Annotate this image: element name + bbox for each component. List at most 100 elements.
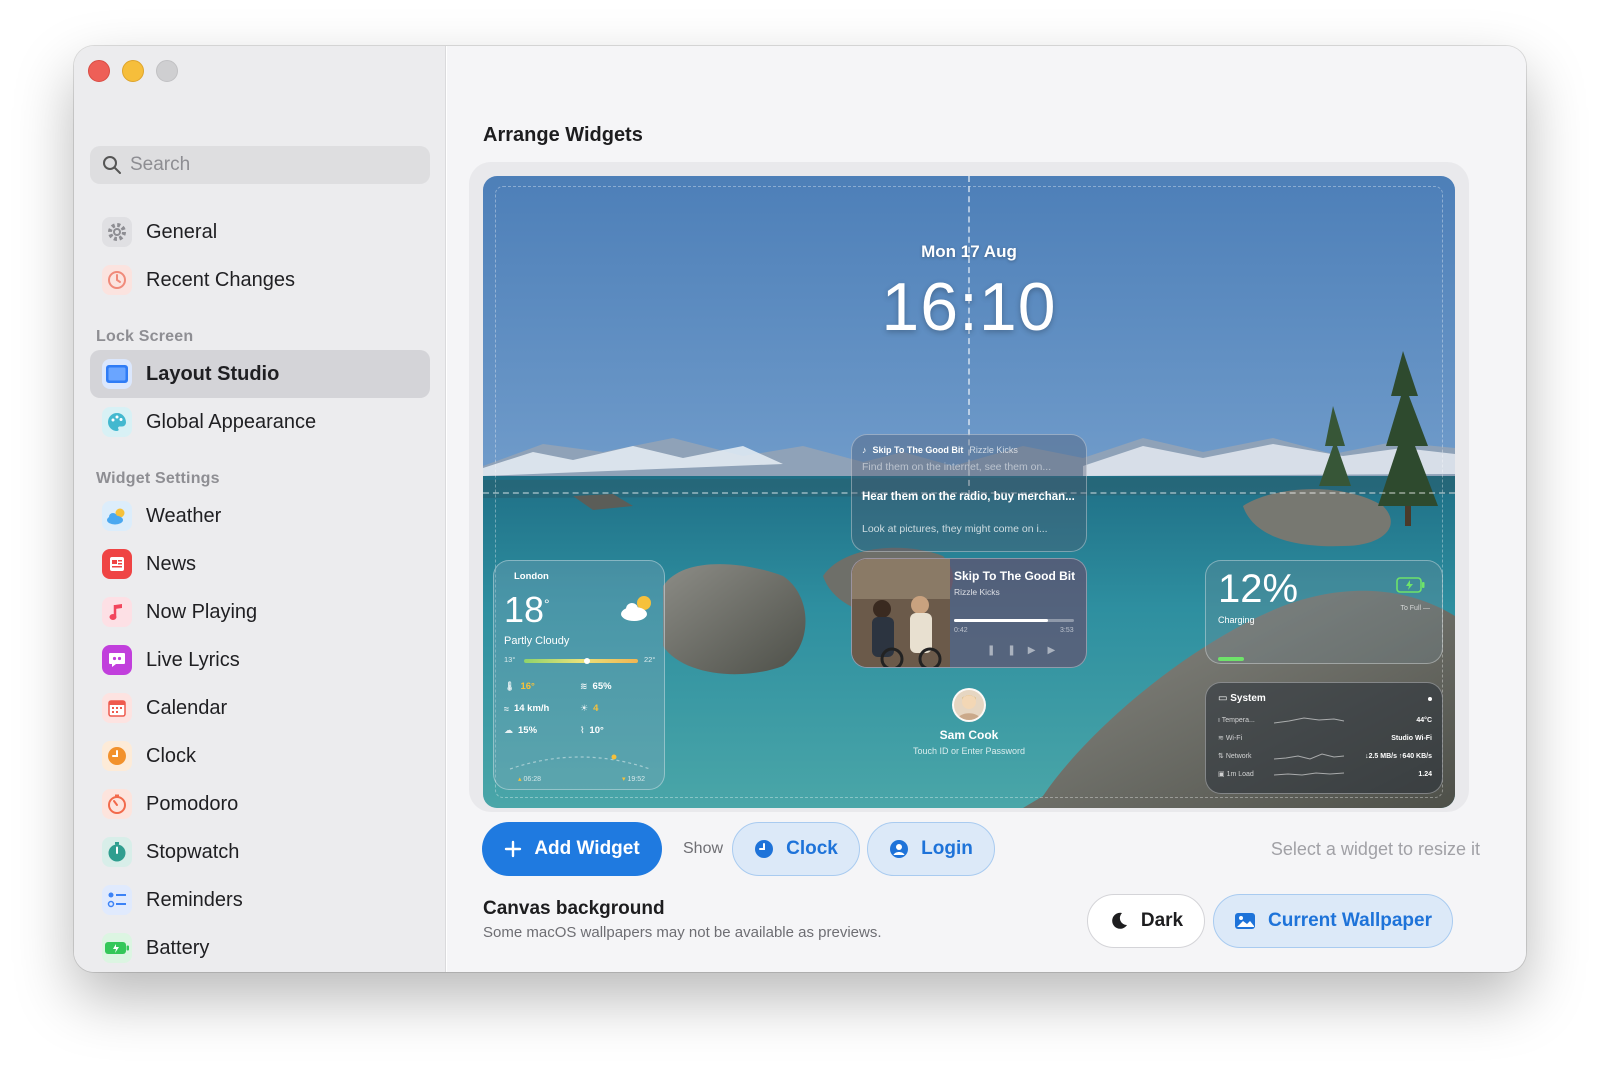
degree-sign: ° xyxy=(544,596,550,612)
sidebar-item-label: Stopwatch xyxy=(146,840,240,863)
current-temp-marker xyxy=(584,658,590,664)
playback-progress-fill xyxy=(954,619,1048,622)
clock-icon xyxy=(754,839,774,859)
section-header-widget-settings: Widget Settings xyxy=(96,470,220,487)
minimize-window-button[interactable] xyxy=(122,60,144,82)
sidebar-item-reminders[interactable]: Reminders xyxy=(90,876,430,924)
dew-value: 10° xyxy=(589,725,604,736)
lyrics-widget[interactable]: ♪ Skip To The Good Bit Rizzle Kicks Find… xyxy=(851,434,1087,552)
show-clock-toggle[interactable]: Clock xyxy=(732,822,860,876)
sidebar-item-general[interactable]: General xyxy=(90,208,430,256)
sidebar-item-news[interactable]: News xyxy=(90,540,430,588)
uv-stat: ☀ 4 xyxy=(580,703,598,714)
duration-time: 3:53 xyxy=(1060,627,1074,634)
show-label: Show xyxy=(683,840,724,857)
system-row-wifi: ≋ Wi-Fi Studio Wi-Fi xyxy=(1218,731,1432,745)
lyrics-artist: Rizzle Kicks xyxy=(969,445,1018,455)
system-widget[interactable]: ▭ System ı Tempera... 44°C ≋ Wi-Fi Studi… xyxy=(1205,682,1443,794)
layout-icon xyxy=(102,359,132,389)
sidebar-item-global-appearance[interactable]: Global Appearance xyxy=(90,398,430,446)
battery-widget[interactable]: 12% Charging To Full — xyxy=(1205,560,1443,664)
sparkline xyxy=(1274,753,1344,760)
row-key: 1m Load xyxy=(1226,771,1254,778)
charging-battery-icon xyxy=(1396,577,1425,593)
elapsed-time: 0:42 xyxy=(954,627,968,634)
row-value: 1.24 xyxy=(1418,770,1432,778)
sidebar-item-label: Weather xyxy=(146,504,222,527)
sidebar-item-clock[interactable]: Clock xyxy=(90,732,430,780)
sidebar-item-now-playing[interactable]: Now Playing xyxy=(90,588,430,636)
sunset-time: ▾ 19:52 xyxy=(622,775,645,783)
pause-icon[interactable]: ❚❚ xyxy=(987,645,1028,656)
sidebar-item-live-lyrics[interactable]: Live Lyrics xyxy=(90,636,430,684)
main-pane: Arrange Widgets Mon 17 Aug 16:10 ♪ Skip … xyxy=(447,46,1526,972)
sidebar-item-label: General xyxy=(146,220,218,243)
sidebar-item-label: Recent Changes xyxy=(146,268,295,291)
weather-icon xyxy=(102,501,132,531)
partly-cloudy-icon xyxy=(621,596,651,621)
weather-low: 13° xyxy=(504,655,516,664)
lyrics-line-prev: Find them on the internet, see them on..… xyxy=(862,461,1052,473)
system-row-network: ⇅ Network ↓2.5 MB/s ↑640 KB/s xyxy=(1218,749,1432,763)
weather-temp: 18° xyxy=(504,589,550,631)
row-value: 44°C xyxy=(1416,716,1432,724)
status-dot xyxy=(1428,697,1432,701)
thermometer-icon: 🌡 xyxy=(504,681,516,691)
sidebar-item-label: Reminders xyxy=(146,888,243,911)
weather-city: London xyxy=(514,571,549,582)
row-key: Network xyxy=(1225,753,1252,760)
battery-percent: 12% xyxy=(1218,567,1299,611)
sidebar-item-recent-changes[interactable]: Recent Changes xyxy=(90,256,430,304)
playback-controls[interactable]: ❚❚▶▶ xyxy=(987,645,1067,656)
wifi-icon: ≋ xyxy=(1218,735,1226,742)
show-login-label: Login xyxy=(921,838,973,859)
sidebar-item-weather[interactable]: Weather xyxy=(90,492,430,540)
feels-like-value: 16° xyxy=(520,681,535,692)
feels-like-stat: 🌡 16° xyxy=(504,681,535,692)
dark-background-button[interactable]: Dark xyxy=(1087,894,1205,948)
weather-widget[interactable]: London 18° Partly Cloudy 13° 22° 🌡 16° ≋ 6… xyxy=(493,560,665,790)
sidebar-item-battery[interactable]: Battery xyxy=(90,924,430,972)
system-row-temperature: ı Tempera... 44°C xyxy=(1218,713,1432,727)
login-hint: Touch ID or Enter Password xyxy=(912,746,1026,756)
now-playing-artist: Rizzle Kicks xyxy=(954,587,1000,597)
sun-arc xyxy=(509,754,651,770)
lock-screen-canvas[interactable]: Mon 17 Aug 16:10 ♪ Skip To The Good Bit … xyxy=(483,176,1455,808)
system-title-text: System xyxy=(1230,693,1266,704)
zoom-window-button[interactable] xyxy=(156,60,178,82)
sidebar-item-stopwatch[interactable]: Stopwatch xyxy=(90,828,430,876)
precip-value: 15% xyxy=(518,725,538,736)
now-playing-widget[interactable]: Skip To The Good Bit Rizzle Kicks 0:42 3… xyxy=(851,558,1087,668)
battery-status: Charging xyxy=(1218,615,1255,625)
sidebar-item-calendar[interactable]: Calendar xyxy=(90,684,430,732)
forward-icon[interactable]: ▶▶ xyxy=(1028,645,1067,656)
lyrics-line-current: Hear them on the radio, buy merchan... xyxy=(862,491,1075,503)
sidebar-item-label: Battery xyxy=(146,936,210,959)
humidity-icon: ≋ xyxy=(580,681,588,691)
battery-time-to-full: To Full — xyxy=(1400,605,1430,612)
sparkline xyxy=(1274,772,1344,776)
system-title: ▭ System xyxy=(1218,693,1266,704)
sidebar-item-label: News xyxy=(146,552,197,575)
canvas-background-subtitle: Some macOS wallpapers may not be availab… xyxy=(483,924,882,941)
uv-value: 4 xyxy=(593,703,599,714)
lock-time: 16:10 xyxy=(881,269,1057,345)
gear-icon xyxy=(102,217,132,247)
sidebar-item-pomodoro[interactable]: Pomodoro xyxy=(90,780,430,828)
current-wallpaper-button[interactable]: Current Wallpaper xyxy=(1213,894,1453,948)
show-login-toggle[interactable]: Login xyxy=(867,822,995,876)
login-widget[interactable]: Sam Cook Touch ID or Enter Password xyxy=(869,688,1069,756)
now-playing-song: Skip To The Good Bit xyxy=(954,569,1076,583)
search-input[interactable] xyxy=(130,154,410,176)
add-widget-button[interactable]: Add Widget xyxy=(482,822,662,876)
magnifier-icon xyxy=(103,156,121,174)
search-field[interactable] xyxy=(90,146,430,184)
sidebar-item-layout-studio[interactable]: Layout Studio xyxy=(90,350,430,398)
playback-progress[interactable] xyxy=(954,619,1074,622)
close-window-button[interactable] xyxy=(88,60,110,82)
sidebar-item-label: Now Playing xyxy=(146,600,258,623)
sidebar-item-label: Pomodoro xyxy=(146,792,239,815)
cloud-icon: ☁ xyxy=(504,725,513,735)
login-user-name: Sam Cook xyxy=(939,728,999,742)
precip-stat: ☁ 15% xyxy=(504,725,537,736)
